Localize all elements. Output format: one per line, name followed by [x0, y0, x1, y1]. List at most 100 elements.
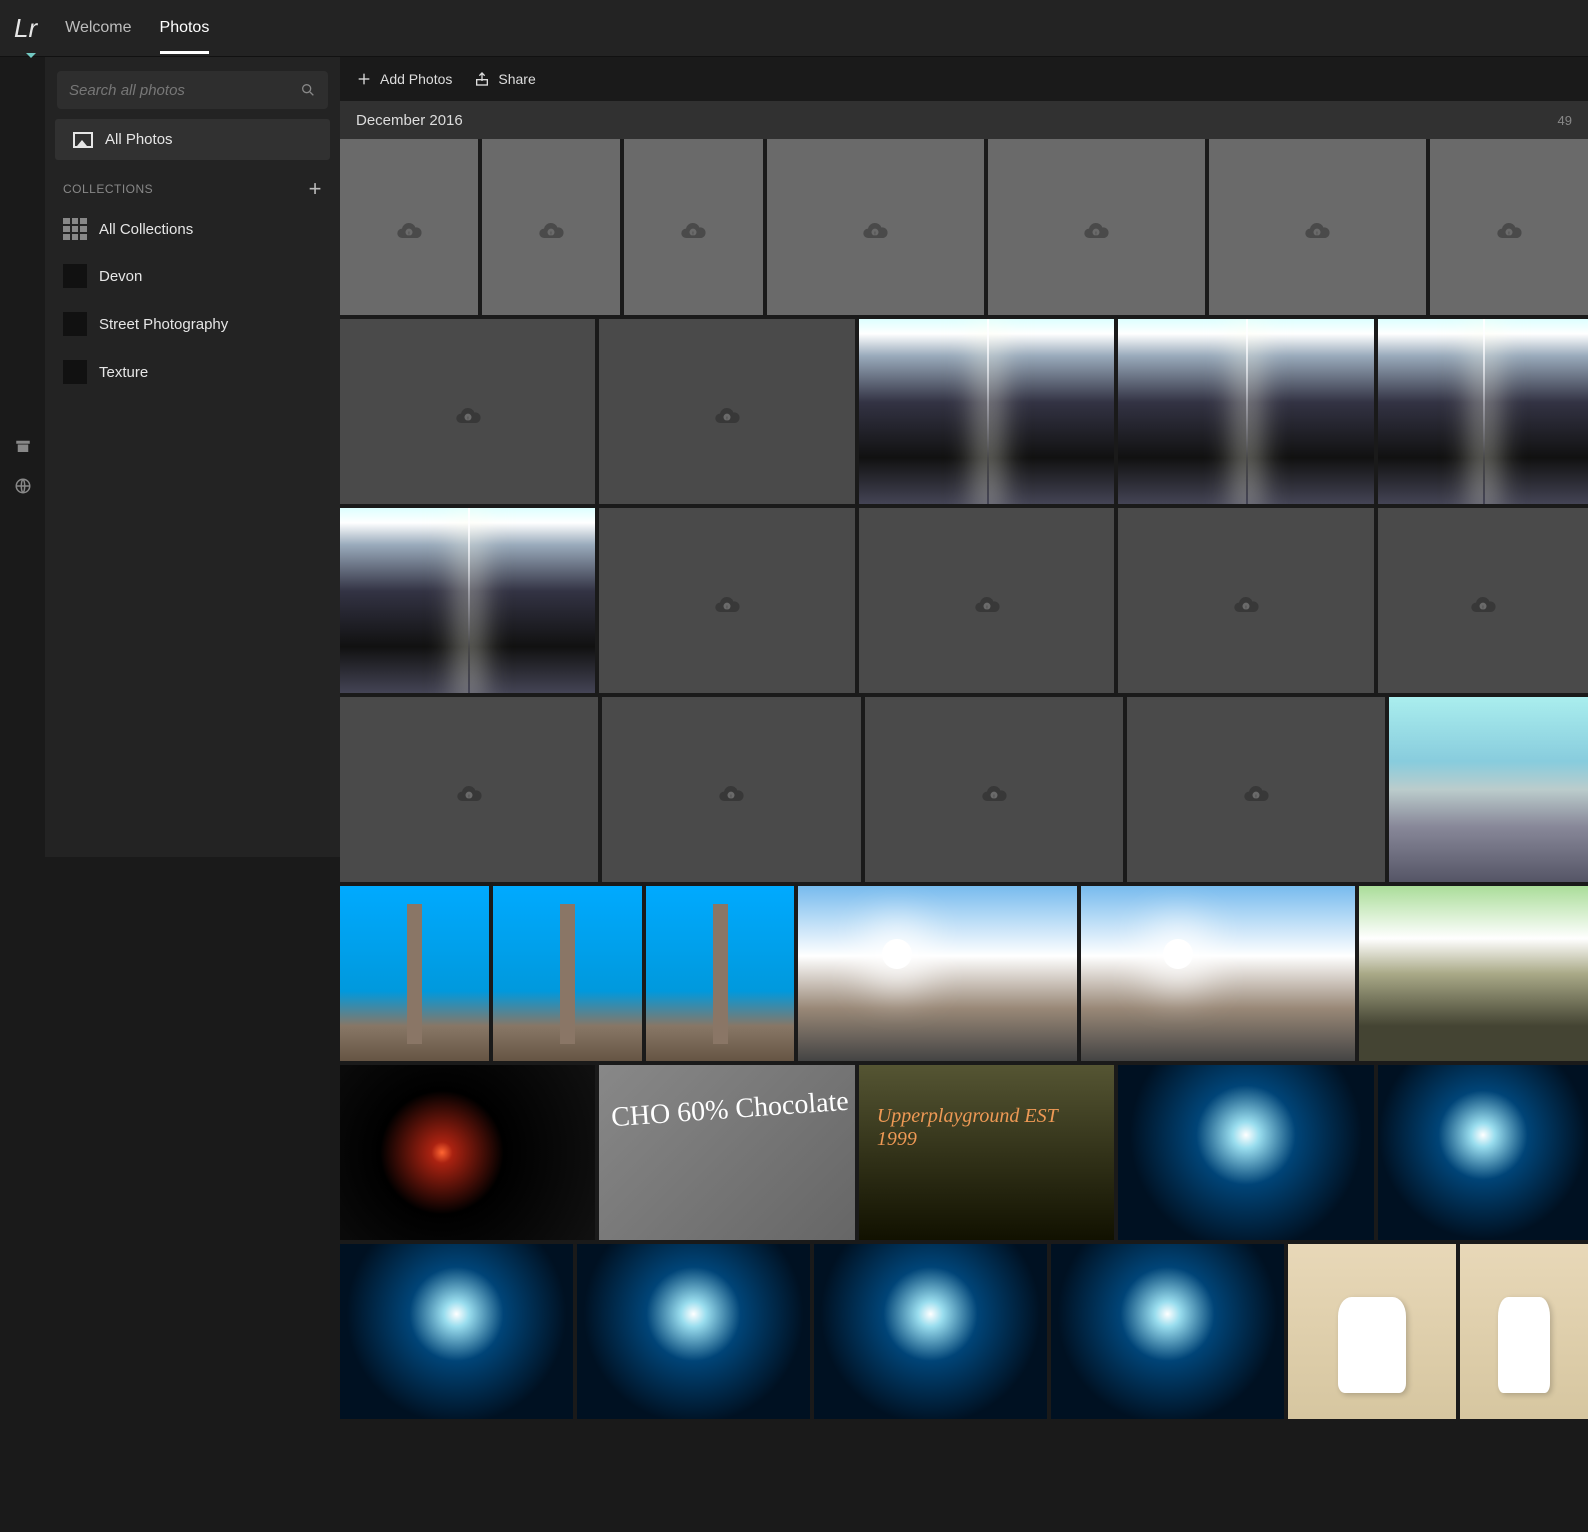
add-collection-icon[interactable]: +: [309, 178, 322, 200]
photo-thumbnail[interactable]: [1389, 697, 1588, 882]
photo-thumbnail[interactable]: [1118, 1065, 1373, 1240]
photo-thumbnail[interactable]: [1118, 319, 1373, 504]
cloud-error-icon: !: [1303, 217, 1331, 237]
share-label: Share: [498, 71, 535, 87]
sidebar: All Photos COLLECTIONS + All Collections…: [45, 57, 340, 857]
photo-thumbnail[interactable]: [340, 508, 595, 693]
grid-icon: [63, 218, 87, 240]
photo-thumbnail[interactable]: [493, 886, 642, 1061]
photo-icon: [73, 132, 93, 148]
photo-thumbnail[interactable]: [340, 1244, 573, 1419]
photo-thumbnail[interactable]: [1378, 319, 1588, 504]
workspace: All Photos COLLECTIONS + All Collections…: [0, 57, 1588, 1532]
photo-thumbnail-loading[interactable]: !: [988, 139, 1205, 315]
svg-text:!: !: [550, 232, 552, 238]
photo-thumbnail-loading[interactable]: !: [482, 139, 620, 315]
photo-thumbnail[interactable]: [798, 886, 1077, 1061]
cloud-error-icon: !: [395, 217, 423, 237]
app-logo[interactable]: Lr: [14, 13, 37, 44]
sidebar-all-photos[interactable]: All Photos: [55, 119, 330, 160]
svg-text:!: !: [1508, 232, 1510, 238]
photo-thumbnail[interactable]: [599, 1065, 854, 1240]
photo-thumbnail[interactable]: [859, 319, 1114, 504]
share-button[interactable]: Share: [474, 71, 535, 87]
photo-thumbnail[interactable]: [1378, 1065, 1588, 1240]
tab-welcome[interactable]: Welcome: [65, 2, 131, 54]
cloud-error-icon: !: [713, 402, 741, 422]
archive-icon[interactable]: [14, 437, 32, 455]
photo-thumbnail-loading[interactable]: !: [340, 139, 478, 315]
photo-row: !!!!: [340, 508, 1588, 693]
photo-thumbnail[interactable]: [340, 886, 489, 1061]
photo-row: [340, 1244, 1588, 1419]
search-icon: [300, 82, 316, 98]
main-panel: Add Photos Share December 2016 49 !!!!!!…: [340, 57, 1588, 1532]
photo-thumbnail-loading[interactable]: !: [624, 139, 762, 315]
svg-text:!: !: [874, 232, 876, 238]
photo-thumbnail-loading[interactable]: !: [767, 139, 984, 315]
cloud-error-icon: !: [537, 217, 565, 237]
logo-dropdown-caret-icon[interactable]: [26, 53, 36, 58]
svg-text:!: !: [726, 605, 728, 611]
add-photos-button[interactable]: Add Photos: [356, 71, 452, 87]
sidebar-collection-item[interactable]: Street Photography: [45, 300, 340, 348]
photo-thumbnail-loading[interactable]: !: [1127, 697, 1385, 882]
plus-icon: [356, 71, 372, 87]
top-bar: Lr Welcome Photos: [0, 0, 1588, 57]
photo-thumbnail[interactable]: [1359, 886, 1588, 1061]
photo-thumbnail-loading[interactable]: !: [1209, 139, 1426, 315]
svg-text:!: !: [408, 232, 410, 238]
photo-thumbnail[interactable]: [1081, 886, 1355, 1061]
toolbar: Add Photos Share: [340, 57, 1588, 101]
photo-thumbnail-loading[interactable]: !: [602, 697, 860, 882]
photo-thumbnail[interactable]: [646, 886, 795, 1061]
sidebar-collection-item[interactable]: Devon: [45, 252, 340, 300]
photo-thumbnail[interactable]: [340, 1065, 595, 1240]
date-group-header[interactable]: December 2016 49: [340, 101, 1588, 139]
photo-row: !!!!!!!: [340, 139, 1588, 315]
svg-text:!: !: [468, 794, 470, 800]
app-logo-text: Lr: [14, 13, 37, 43]
svg-text:!: !: [726, 416, 728, 422]
globe-icon[interactable]: [14, 477, 32, 495]
photo-row: !!!!: [340, 697, 1588, 882]
cloud-error-icon: !: [455, 780, 483, 800]
tab-photos[interactable]: Photos: [160, 2, 210, 54]
photo-thumbnail[interactable]: [814, 1244, 1047, 1419]
photo-thumbnail[interactable]: [1288, 1244, 1456, 1419]
photo-thumbnail[interactable]: [1051, 1244, 1284, 1419]
photo-thumbnail-loading[interactable]: !: [1118, 508, 1373, 693]
photo-grid[interactable]: !!!!!!!!!!!!!!!!!: [340, 139, 1588, 1532]
cloud-error-icon: !: [454, 402, 482, 422]
photo-thumbnail-loading[interactable]: !: [865, 697, 1123, 882]
cloud-error-icon: !: [980, 780, 1008, 800]
photo-row: [340, 886, 1588, 1061]
collection-thumb: [63, 312, 87, 336]
photo-thumbnail[interactable]: [1460, 1244, 1588, 1419]
cloud-error-icon: !: [1242, 780, 1270, 800]
cloud-error-icon: !: [861, 217, 889, 237]
top-tabs: Welcome Photos: [65, 2, 209, 54]
photo-row: !!: [340, 319, 1588, 504]
cloud-error-icon: !: [973, 591, 1001, 611]
svg-text:!: !: [731, 794, 733, 800]
sidebar-collection-item[interactable]: Texture: [45, 348, 340, 396]
sidebar-all-collections[interactable]: All Collections: [45, 206, 340, 252]
collections-header: COLLECTIONS +: [45, 160, 340, 206]
photo-thumbnail-loading[interactable]: !: [599, 319, 854, 504]
photo-thumbnail-loading[interactable]: !: [1430, 139, 1588, 315]
photo-thumbnail-loading[interactable]: !: [599, 508, 854, 693]
collection-thumb: [63, 264, 87, 288]
photo-thumbnail-loading[interactable]: !: [340, 697, 598, 882]
search-input[interactable]: [69, 82, 300, 99]
photo-thumbnail-loading[interactable]: !: [859, 508, 1114, 693]
cloud-error-icon: !: [717, 780, 745, 800]
cloud-error-icon: !: [679, 217, 707, 237]
search-container[interactable]: [57, 71, 328, 109]
photo-thumbnail-loading[interactable]: !: [340, 319, 595, 504]
photo-thumbnail-loading[interactable]: !: [1378, 508, 1588, 693]
sidebar-item-label: All Collections: [99, 221, 193, 238]
photo-thumbnail[interactable]: [577, 1244, 810, 1419]
photo-thumbnail[interactable]: [859, 1065, 1114, 1240]
svg-text:!: !: [1095, 232, 1097, 238]
